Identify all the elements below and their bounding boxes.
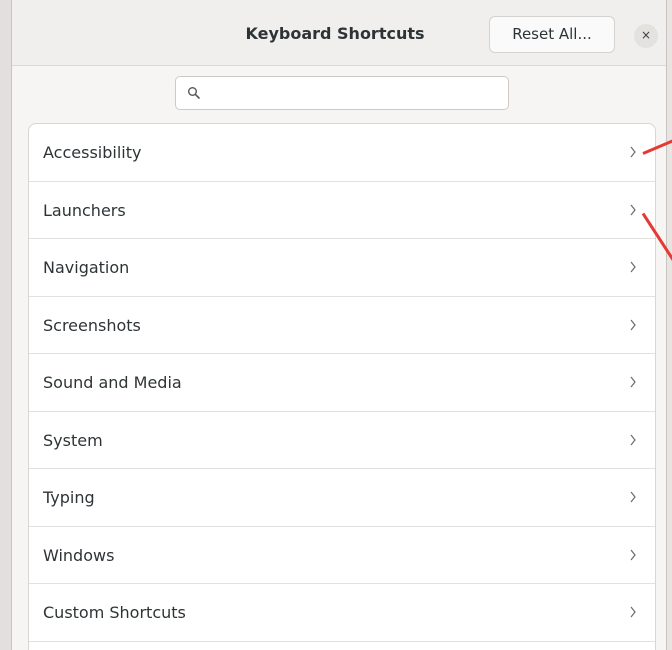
category-row-typing[interactable]: Typing [29, 469, 655, 527]
search-input[interactable] [208, 81, 502, 107]
category-label: Screenshots [43, 315, 141, 335]
category-label: Navigation [43, 258, 130, 277]
category-row-accessibility[interactable]: Accessibility [29, 124, 655, 182]
reset-all-button[interactable]: Reset All... [489, 16, 615, 53]
close-icon[interactable]: × [634, 24, 658, 48]
search-field[interactable] [175, 76, 509, 110]
chevron-right-icon [630, 549, 636, 560]
category-label: Typing [43, 488, 95, 507]
category-row-windows[interactable]: Windows [29, 527, 655, 584]
category-label: Sound and Media [43, 373, 182, 392]
category-label: System [43, 430, 103, 450]
search-icon [188, 87, 200, 99]
category-row-navigation[interactable]: Navigation [29, 239, 655, 297]
chevron-right-icon [630, 146, 636, 158]
chevron-right-icon [630, 434, 636, 445]
chevron-right-icon [630, 204, 636, 215]
category-row-sound-and-media[interactable]: Sound and Media [29, 354, 655, 412]
category-label: Launchers [43, 200, 126, 220]
category-label: Accessibility [43, 143, 142, 162]
chevron-right-icon [630, 491, 636, 503]
chevron-right-icon [630, 376, 636, 388]
category-row-system[interactable]: System [29, 412, 655, 469]
category-label: Windows [43, 545, 115, 565]
chevron-right-icon [630, 261, 636, 273]
shortcut-category-list: Accessibility Launchers Navigation Scree… [28, 123, 656, 650]
chevron-right-icon [630, 319, 636, 330]
category-row-custom-shortcuts[interactable]: Custom Shortcuts [29, 584, 655, 642]
category-row-screenshots[interactable]: Screenshots [29, 297, 655, 354]
keyboard-shortcuts-dialog: Keyboard Shortcuts Reset All... × Access… [11, 0, 667, 650]
category-row-launchers[interactable]: Launchers [29, 182, 655, 239]
headerbar: Keyboard Shortcuts Reset All... × [12, 0, 666, 66]
category-label: Custom Shortcuts [43, 603, 186, 622]
chevron-right-icon [630, 606, 636, 618]
